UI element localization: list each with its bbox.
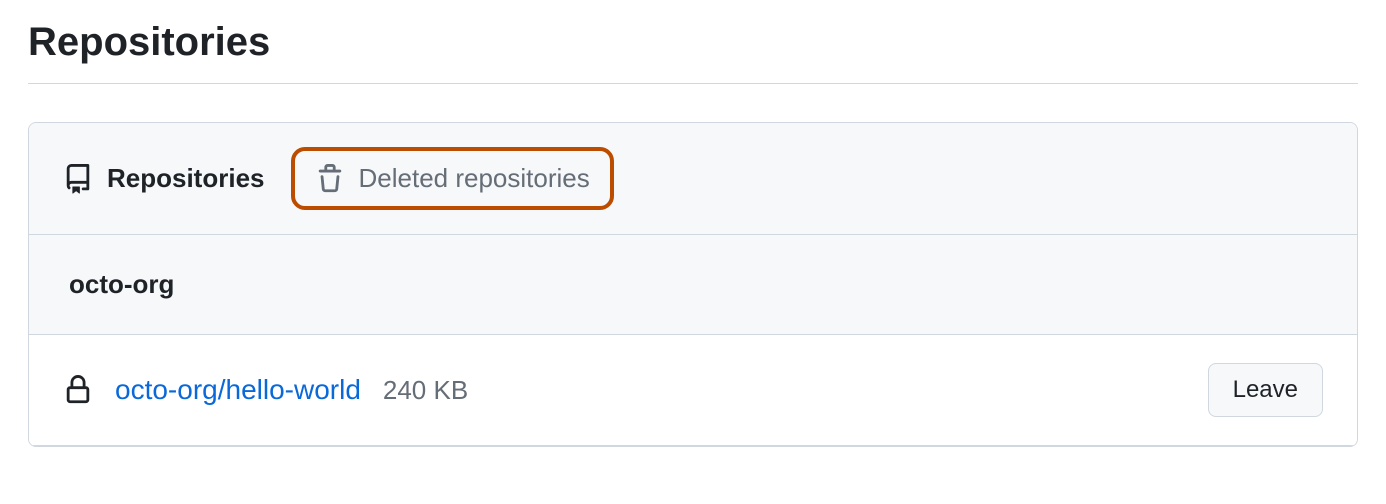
leave-button[interactable]: Leave bbox=[1208, 363, 1323, 417]
repo-row-left: octo-org/hello-world 240 KB bbox=[63, 374, 468, 406]
tab-deleted-repositories[interactable]: Deleted repositories bbox=[291, 147, 614, 210]
tabs-row: Repositories Deleted repositories bbox=[29, 123, 1357, 235]
repo-size: 240 KB bbox=[383, 375, 468, 406]
repositories-panel: Repositories Deleted repositories octo-o… bbox=[28, 122, 1358, 447]
page-title: Repositories bbox=[28, 20, 1358, 65]
org-name: octo-org bbox=[69, 269, 174, 299]
repo-link[interactable]: octo-org/hello-world bbox=[115, 374, 361, 406]
tab-repositories-label: Repositories bbox=[107, 163, 265, 194]
tab-deleted-label: Deleted repositories bbox=[359, 163, 590, 194]
org-header: octo-org bbox=[29, 235, 1357, 335]
repo-icon bbox=[63, 164, 93, 194]
trash-icon bbox=[315, 164, 345, 194]
title-divider bbox=[28, 83, 1358, 84]
tab-repositories[interactable]: Repositories bbox=[63, 163, 265, 194]
lock-icon bbox=[63, 375, 93, 405]
repo-row: octo-org/hello-world 240 KB Leave bbox=[29, 335, 1357, 446]
